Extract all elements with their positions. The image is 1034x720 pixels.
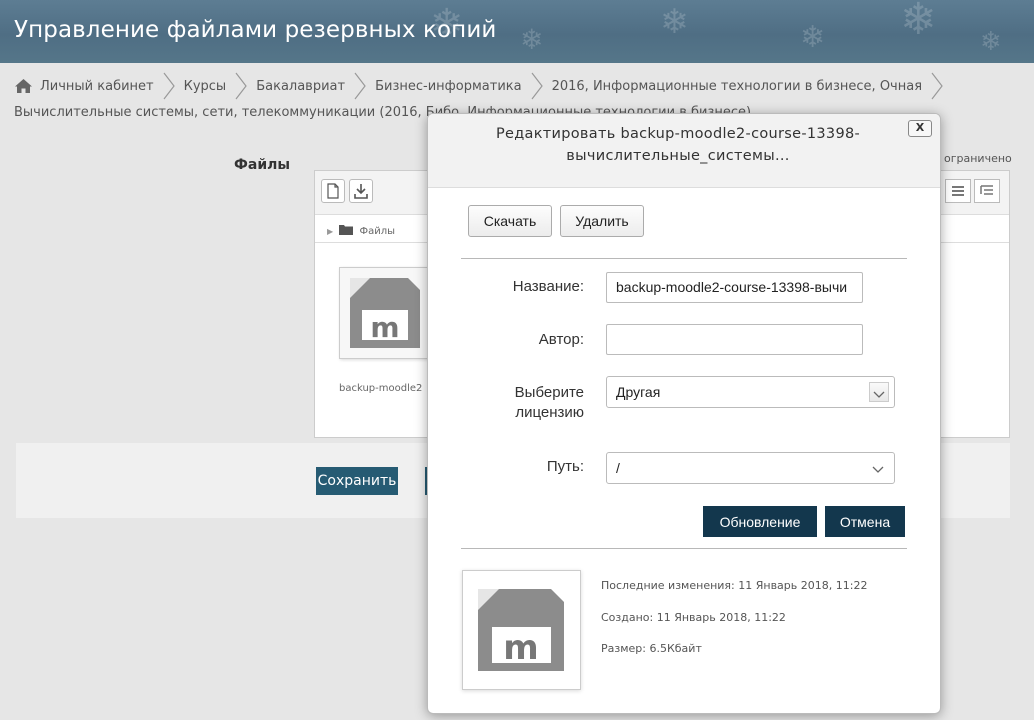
divider [461,258,907,259]
home-icon[interactable] [14,78,33,94]
path-select[interactable]: / [606,452,895,484]
files-label: Файлы [234,157,291,173]
select-arrow-box [869,382,889,402]
folder-icon [339,225,354,235]
chevron-down-icon [873,391,885,398]
snowflake-decoration: ❄ [520,23,544,56]
add-file-button[interactable] [321,179,345,203]
dialog-title-line2: вычислительные_системы... [566,148,790,164]
delete-button[interactable]: Удалить [560,205,644,237]
download-icon [354,184,368,199]
file-size-text: Размер: 6.5Кбайт [601,642,702,655]
chevron-right-icon [354,72,366,100]
folder-path-label: Файлы [359,226,396,237]
snowflake-decoration: ❄ [800,20,826,55]
author-input[interactable] [606,324,863,355]
chevron-right-icon [235,72,247,100]
dialog-header: Редактировать backup-moodle2-course-1339… [428,114,940,188]
snowflake-decoration: ❄ [660,2,689,42]
license-select-value: Другая [616,384,661,400]
page-title: Управление файлами резервных копий [14,17,497,43]
author-label: Автор: [538,331,584,348]
close-button[interactable]: X [908,120,932,137]
download-all-button[interactable] [349,179,373,203]
moodle-file-icon: m [350,278,420,348]
update-button[interactable]: Обновление [703,506,817,537]
name-input[interactable]: backup-moodle2-course-13398-вычи [606,272,863,303]
view-list-button[interactable] [945,179,971,203]
max-size-label: ограничено [944,152,1012,165]
license-select[interactable]: Другая [606,376,895,408]
cancel-button[interactable]: Отмена [825,506,905,537]
caret-right-icon: ▶ [327,227,334,236]
save-button[interactable]: Сохранить [316,467,398,495]
moodle-file-icon: m [478,589,564,671]
path-select-value: / [616,460,620,476]
path-label: Путь: [546,458,584,475]
breadcrumb-link-dashboard[interactable]: Личный кабинет [40,79,154,94]
snowflake-decoration: ❄ [900,0,937,45]
divider [461,548,907,549]
chevron-right-icon [163,72,175,100]
chevron-right-icon [531,72,543,100]
page-header: ❄ ❄ ❄ ❄ ❄ ❄ Управление файлами резервных… [0,0,1034,63]
breadcrumb-link-category[interactable]: 2016, Информационные технологии в бизнес… [552,79,922,94]
view-tree-button[interactable] [974,179,1000,203]
license-label: Выберите лицензию [514,384,584,421]
file-name: backup-moodle2 [339,383,423,394]
name-label: Название: [512,278,584,295]
breadcrumb-link-courses[interactable]: Курсы [184,79,227,94]
chevron-right-icon [931,72,943,100]
snowflake-decoration: ❄ [980,27,1002,57]
dialog-title: Редактировать backup-moodle2-course-1339… [458,123,898,167]
svg-text:m: m [503,628,538,668]
add-file-icon [327,183,339,199]
tree-view-icon [980,185,993,195]
dialog-title-line1: Редактировать backup-moodle2-course-1339… [495,126,861,142]
list-view-icon [952,186,964,196]
file-thumbnail[interactable]: m [339,267,431,359]
edit-file-dialog: Редактировать backup-moodle2-course-1339… [427,113,941,714]
breadcrumb-link-bachelor[interactable]: Бакалавриат [256,79,345,94]
download-button[interactable]: Скачать [468,205,552,237]
breadcrumb-link-business-informatics[interactable]: Бизнес-информатика [375,79,522,94]
svg-text:m: m [370,311,399,344]
last-modified-text: Последние изменения: 11 Январь 2018, 11:… [601,579,868,592]
file-preview: m [462,570,581,690]
chevron-down-icon [872,466,884,473]
created-text: Создано: 11 Январь 2018, 11:22 [601,611,786,624]
